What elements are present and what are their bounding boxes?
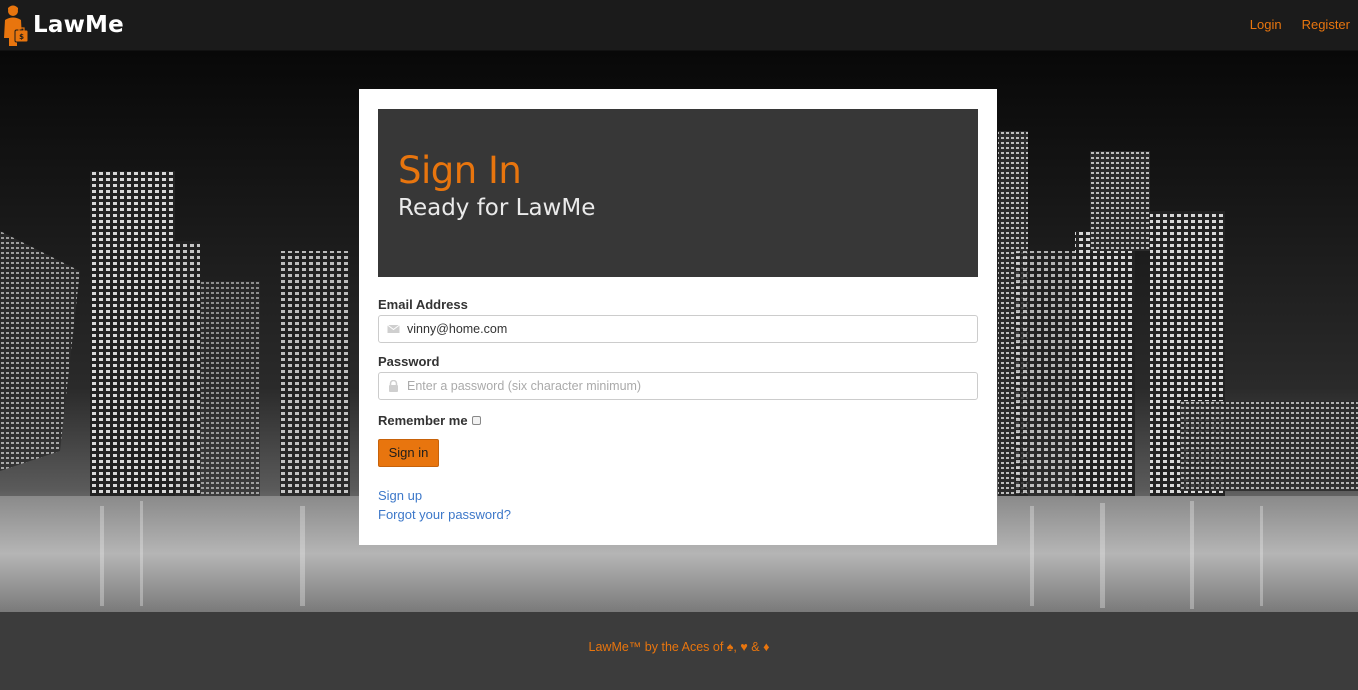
navbar: $ LawMe Login Register xyxy=(0,0,1358,51)
signin-card: Sign In Ready for LawMe Email Address Pa… xyxy=(359,89,997,545)
login-link[interactable]: Login xyxy=(1250,17,1282,32)
page-subtitle: Ready for LawMe xyxy=(398,195,596,221)
email-input[interactable] xyxy=(407,316,973,342)
register-link[interactable]: Register xyxy=(1302,17,1350,32)
brand-name: LawMe xyxy=(33,12,124,38)
nav-links: Login Register xyxy=(1250,17,1350,32)
signin-button[interactable]: Sign in xyxy=(378,439,439,467)
remember-me-label: Remember me xyxy=(378,413,468,428)
password-input[interactable] xyxy=(407,373,973,399)
password-field[interactable] xyxy=(378,372,978,400)
signup-link[interactable]: Sign up xyxy=(378,488,422,503)
email-label: Email Address xyxy=(378,297,468,312)
lock-icon xyxy=(389,380,398,392)
footer-text: LawMe™ by the Aces of ♠, ♥ & ♦ xyxy=(588,640,770,654)
footer: LawMe™ by the Aces of ♠, ♥ & ♦ xyxy=(0,612,1358,690)
password-label: Password xyxy=(378,354,440,369)
brand-link[interactable]: $ LawMe xyxy=(2,4,124,46)
envelope-icon xyxy=(387,324,400,333)
forgot-password-link[interactable]: Forgot your password? xyxy=(378,507,511,522)
remember-me-checkbox[interactable] xyxy=(471,416,481,425)
page-title: Sign In xyxy=(398,149,522,192)
svg-text:$: $ xyxy=(19,33,24,41)
lawyer-figure-icon: $ xyxy=(4,5,29,46)
signin-header: Sign In Ready for LawMe xyxy=(378,109,978,277)
remember-me: Remember me xyxy=(378,413,481,428)
email-field[interactable] xyxy=(378,315,978,343)
